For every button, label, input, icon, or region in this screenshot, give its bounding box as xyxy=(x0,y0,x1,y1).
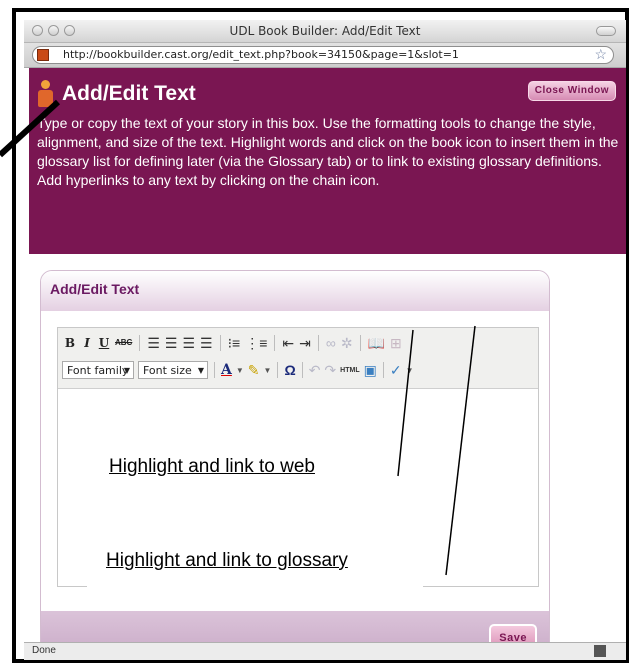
pointer-arrow-to-title xyxy=(0,99,61,158)
pointer-line-glossary xyxy=(445,325,476,576)
pointer-line-web xyxy=(397,329,414,477)
annotation-arrows xyxy=(0,99,476,576)
